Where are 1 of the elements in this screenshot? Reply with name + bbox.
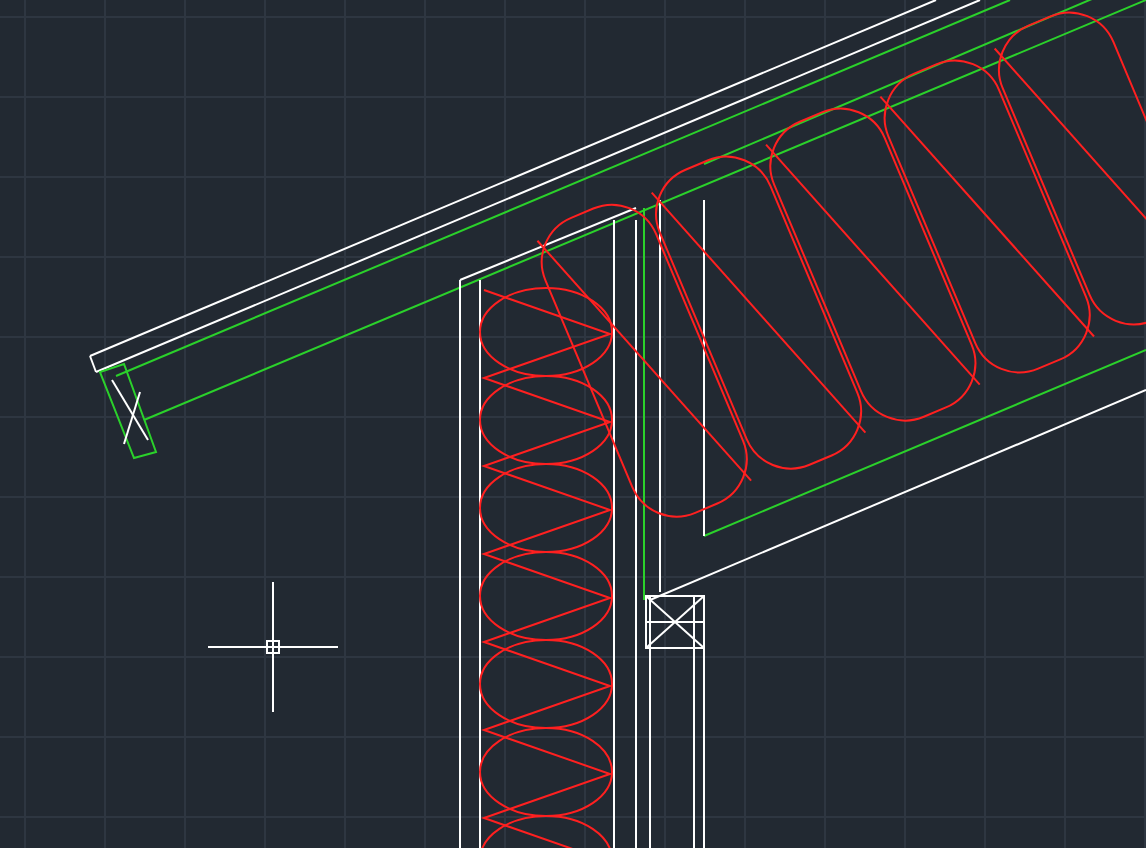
crosshair-cursor	[207, 581, 339, 713]
